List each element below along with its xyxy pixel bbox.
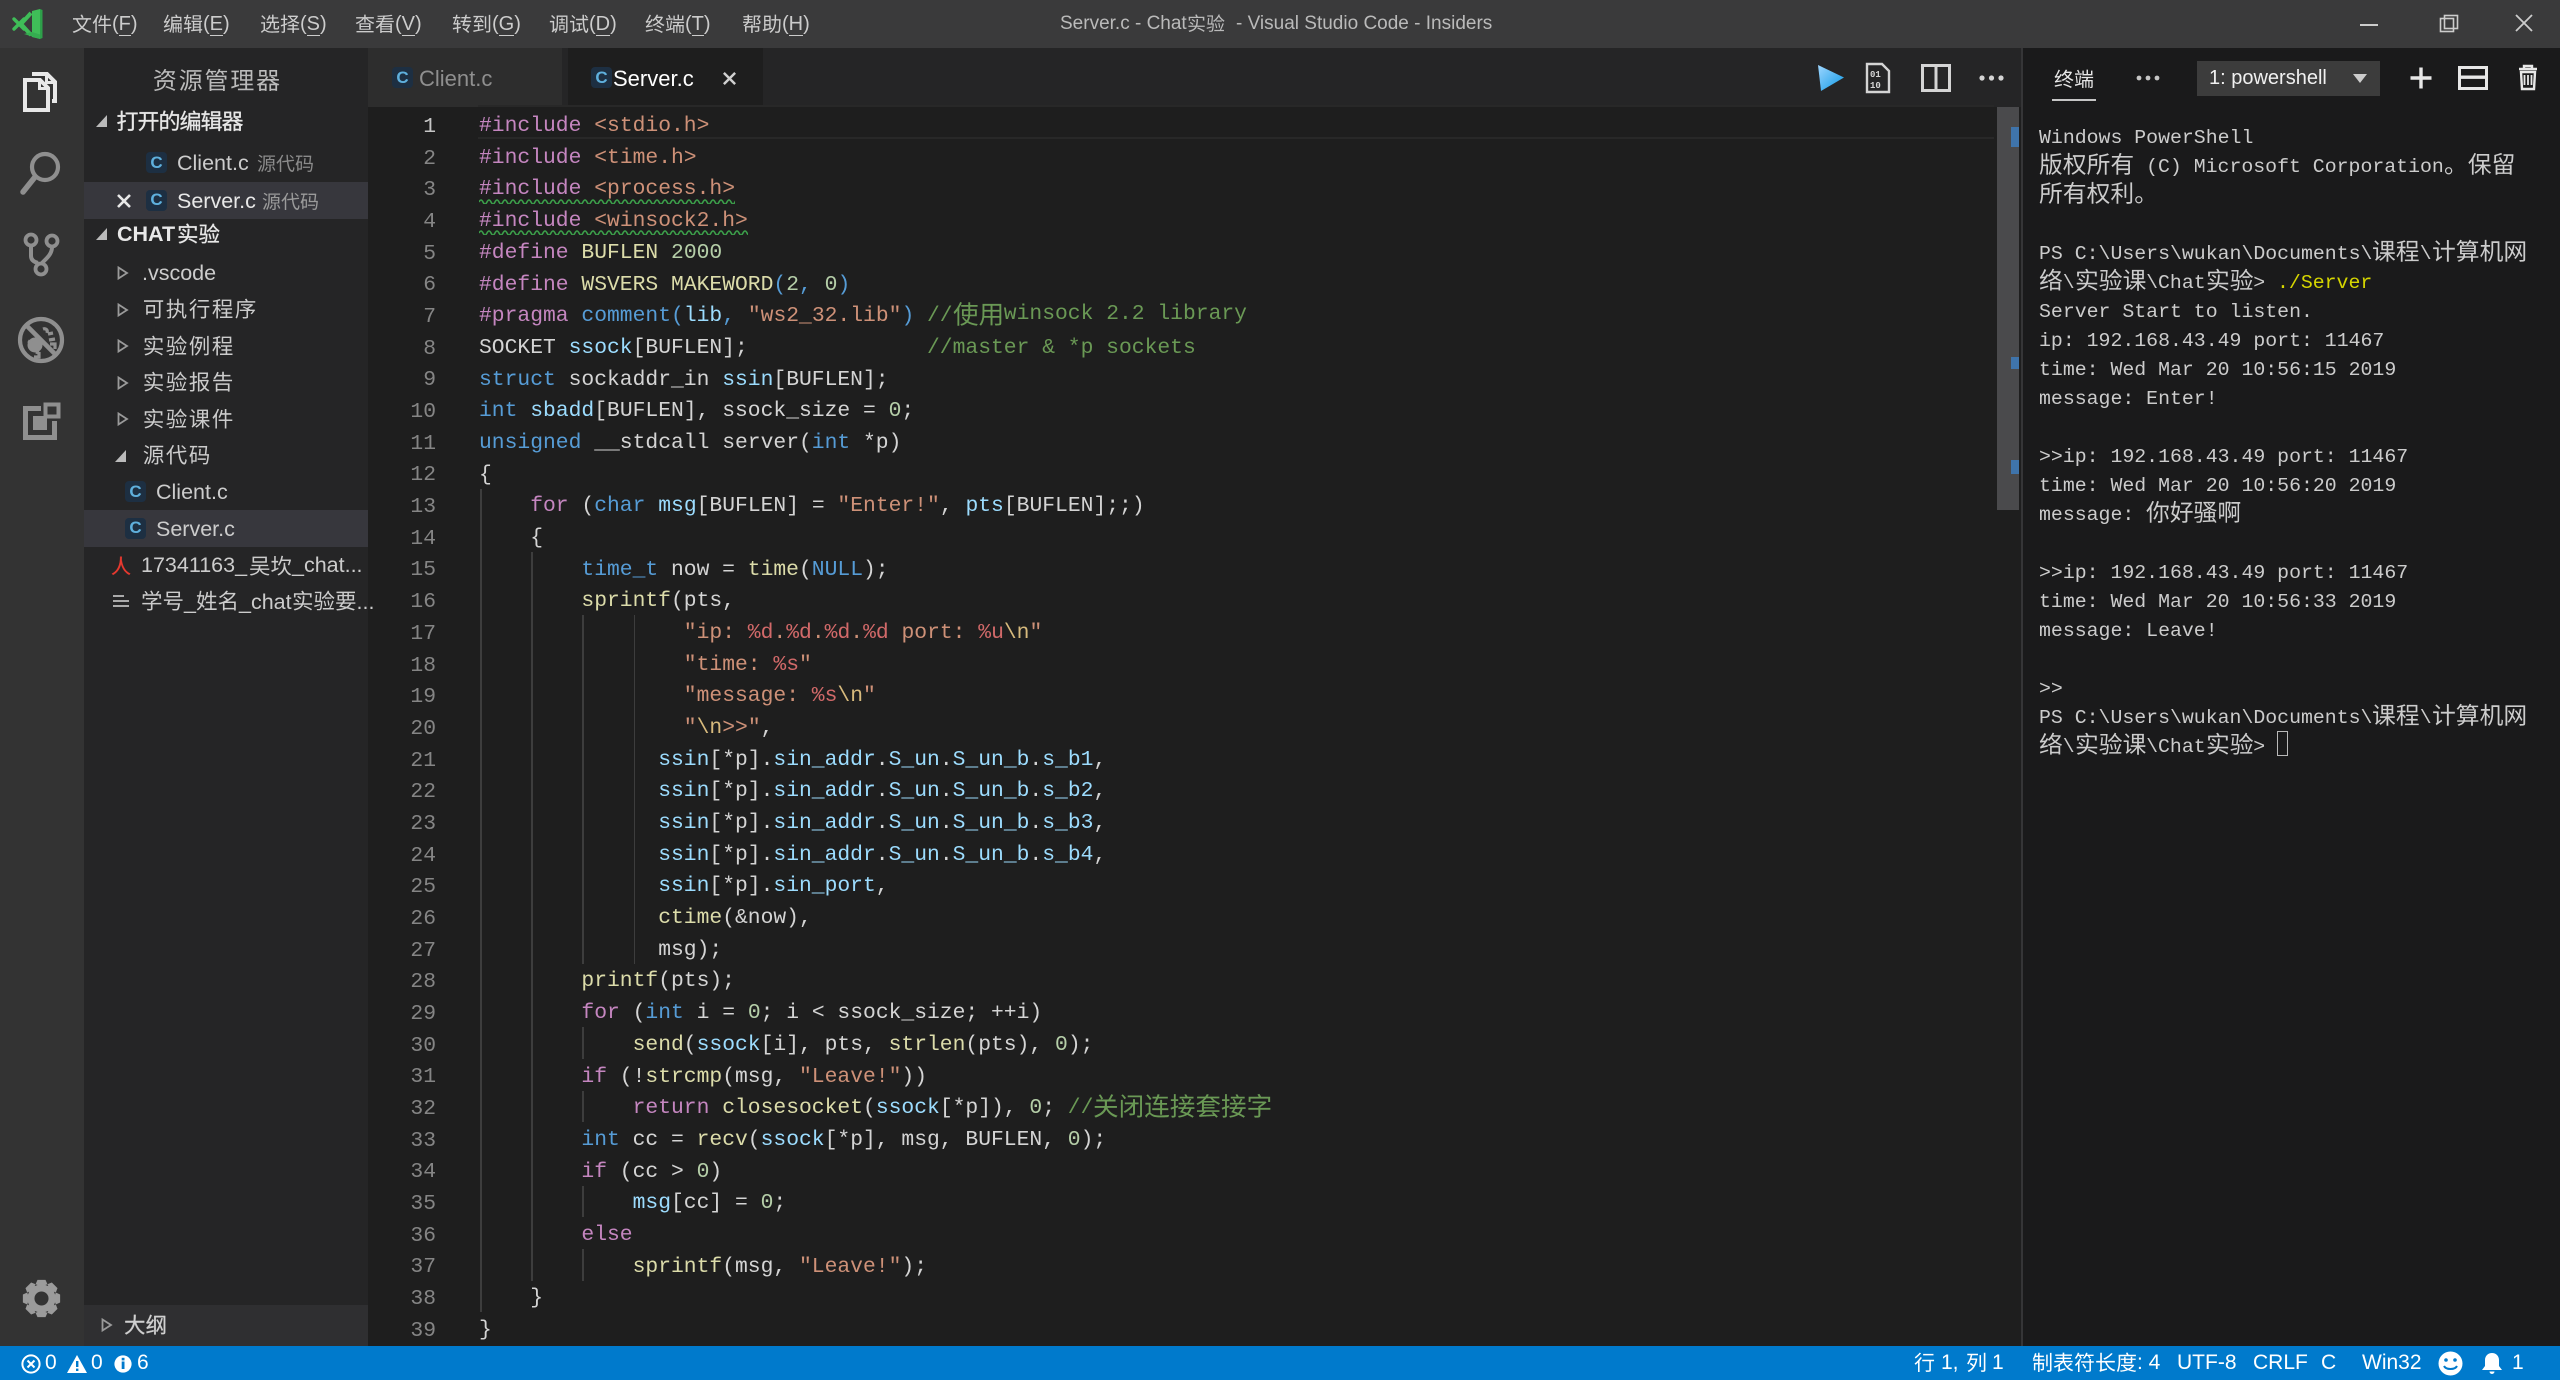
svg-text:01: 01 [1870,70,1881,80]
svg-text:10: 10 [1870,81,1881,91]
